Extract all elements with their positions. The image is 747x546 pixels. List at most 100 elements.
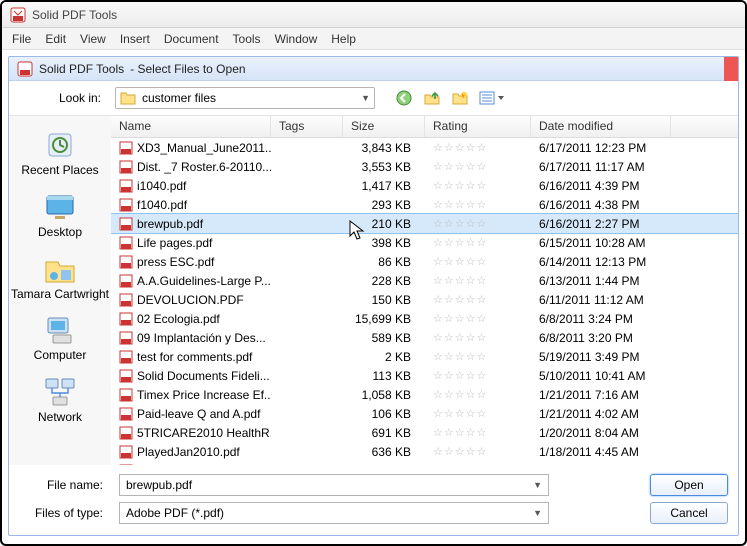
file-row[interactable]: A.A.Guidelines-Large P...228 KB☆☆☆☆☆6/13… — [111, 271, 738, 290]
file-row[interactable]: A........... 7.pdf1,024 KB☆☆☆☆☆1/15/2011… — [111, 461, 738, 465]
titlebar[interactable]: Solid PDF Tools — [2, 2, 745, 28]
col-header-rating[interactable]: Rating — [425, 116, 531, 137]
back-button[interactable] — [393, 87, 415, 109]
chevron-down-icon: ▼ — [533, 508, 542, 518]
recent-places-icon — [43, 128, 77, 162]
file-date-cell: 1/15/2011 2:27 PM — [531, 464, 681, 466]
file-row[interactable]: 02 Ecologia.pdf15,699 KB☆☆☆☆☆6/8/2011 3:… — [111, 309, 738, 328]
file-rating-cell: ☆☆☆☆☆ — [425, 236, 531, 249]
menu-file[interactable]: File — [12, 32, 31, 46]
desktop-icon — [43, 190, 77, 224]
close-icon[interactable] — [724, 57, 738, 81]
file-row[interactable]: test for comments.pdf2 KB☆☆☆☆☆5/19/2011 … — [111, 347, 738, 366]
dialog-titlebar[interactable]: Solid PDF Tools - Select Files to Open — [9, 57, 738, 81]
place-network[interactable]: Network — [9, 371, 111, 429]
file-name-cell: i1040.pdf — [111, 179, 271, 193]
file-date-cell: 6/16/2011 4:39 PM — [531, 179, 681, 193]
col-header-size[interactable]: Size — [343, 116, 425, 137]
file-name-cell: PlayedJan2010.pdf — [111, 445, 271, 459]
file-name-cell: 09 Implantación y Des... — [111, 331, 271, 345]
file-rating-cell: ☆☆☆☆☆ — [425, 369, 531, 382]
place-user[interactable]: Tamara Cartwright — [9, 248, 111, 306]
file-name-cell: A........... 7.pdf — [111, 464, 271, 466]
file-rating-cell: ☆☆☆☆☆ — [425, 350, 531, 363]
file-size-cell: 636 KB — [343, 445, 425, 459]
menu-window[interactable]: Window — [275, 32, 318, 46]
up-one-level-button[interactable] — [421, 87, 443, 109]
file-list[interactable]: Name Tags Size Rating Date modified XD3_… — [111, 116, 738, 465]
filetype-combo[interactable]: Adobe PDF (*.pdf) ▼ — [119, 502, 549, 524]
view-menu-button[interactable] — [477, 87, 507, 109]
file-size-cell: 228 KB — [343, 274, 425, 288]
menu-help[interactable]: Help — [331, 32, 356, 46]
file-row[interactable]: 5TRICARE2010 HealthR...691 KB☆☆☆☆☆1/20/2… — [111, 423, 738, 442]
file-row[interactable]: Paid-leave Q and A.pdf106 KB☆☆☆☆☆1/21/20… — [111, 404, 738, 423]
file-name-cell: f1040.pdf — [111, 198, 271, 212]
menu-edit[interactable]: Edit — [45, 32, 66, 46]
filename-combo[interactable]: brewpub.pdf ▼ — [119, 474, 549, 496]
file-size-cell: 210 KB — [343, 217, 425, 231]
file-row[interactable]: Solid Documents Fideli...113 KB☆☆☆☆☆5/10… — [111, 366, 738, 385]
file-name-cell: Dist. _7 Roster.6-20110... — [111, 160, 271, 174]
file-row[interactable]: f1040.pdf293 KB☆☆☆☆☆6/16/2011 4:38 PM — [111, 195, 738, 214]
file-date-cell: 1/18/2011 4:45 AM — [531, 445, 681, 459]
lookin-row: Look in: customer files ▼ — [9, 81, 738, 115]
menu-view[interactable]: View — [80, 32, 106, 46]
file-date-cell: 6/8/2011 3:20 PM — [531, 331, 681, 345]
file-date-cell: 6/14/2011 12:13 PM — [531, 255, 681, 269]
user-folder-icon — [43, 252, 77, 286]
file-rating-cell: ☆☆☆☆☆ — [425, 426, 531, 439]
file-date-cell: 6/17/2011 12:23 PM — [531, 141, 681, 155]
file-size-cell: 589 KB — [343, 331, 425, 345]
computer-icon — [43, 313, 77, 347]
file-size-cell: 2 KB — [343, 350, 425, 364]
file-row[interactable]: Life pages.pdf398 KB☆☆☆☆☆6/15/2011 10:28… — [111, 233, 738, 252]
file-row[interactable]: DEVOLUCION.PDF150 KB☆☆☆☆☆6/11/2011 11:12… — [111, 290, 738, 309]
file-name-cell: Life pages.pdf — [111, 236, 271, 250]
window-title: Solid PDF Tools — [32, 8, 117, 22]
file-name-cell: Solid Documents Fideli... — [111, 369, 271, 383]
file-name-cell: press ESC.pdf — [111, 255, 271, 269]
open-button[interactable]: Open — [650, 474, 728, 496]
menu-insert[interactable]: Insert — [120, 32, 150, 46]
places-sidebar: Recent Places Desktop Tamara Cartwright — [9, 116, 111, 465]
place-label: Desktop — [38, 226, 82, 240]
lookin-value: customer files — [142, 91, 216, 105]
lookin-toolbar — [393, 87, 507, 109]
file-rating-cell: ☆☆☆☆☆ — [425, 464, 531, 465]
menubar: File Edit View Insert Document Tools Win… — [2, 28, 745, 50]
place-computer[interactable]: Computer — [9, 309, 111, 367]
file-row[interactable]: press ESC.pdf86 KB☆☆☆☆☆6/14/2011 12:13 P… — [111, 252, 738, 271]
col-header-tags[interactable]: Tags — [271, 116, 343, 137]
dialog-bottom: File name: brewpub.pdf ▼ Open Files of t… — [9, 471, 738, 527]
file-size-cell: 1,417 KB — [343, 179, 425, 193]
menu-tools[interactable]: Tools — [233, 32, 261, 46]
file-rating-cell: ☆☆☆☆☆ — [425, 274, 531, 287]
cancel-button[interactable]: Cancel — [650, 502, 728, 524]
file-row[interactable]: XD3_Manual_June2011...3,843 KB☆☆☆☆☆6/17/… — [111, 138, 738, 157]
file-rating-cell: ☆☆☆☆☆ — [425, 141, 531, 154]
col-header-name[interactable]: Name — [111, 116, 271, 137]
column-headers: Name Tags Size Rating Date modified — [111, 116, 738, 138]
lookin-combo[interactable]: customer files ▼ — [115, 87, 375, 109]
place-recent[interactable]: Recent Places — [9, 124, 111, 182]
file-name-cell: Paid-leave Q and A.pdf — [111, 407, 271, 421]
file-row[interactable]: PlayedJan2010.pdf636 KB☆☆☆☆☆1/18/2011 4:… — [111, 442, 738, 461]
place-desktop[interactable]: Desktop — [9, 186, 111, 244]
new-folder-button[interactable] — [449, 87, 471, 109]
menu-document[interactable]: Document — [164, 32, 219, 46]
file-date-cell: 6/15/2011 10:28 AM — [531, 236, 681, 250]
file-rating-cell: ☆☆☆☆☆ — [425, 293, 531, 306]
file-date-cell: 6/16/2011 2:27 PM — [531, 217, 681, 231]
file-row[interactable]: Timex Price Increase Ef...1,058 KB☆☆☆☆☆1… — [111, 385, 738, 404]
file-row[interactable]: i1040.pdf 1,417 KB☆☆☆☆☆6/16/2011 4:39 PM — [111, 176, 738, 195]
place-label: Tamara Cartwright — [11, 288, 109, 302]
file-row[interactable]: Dist. _7 Roster.6-20110...3,553 KB☆☆☆☆☆6… — [111, 157, 738, 176]
file-row[interactable]: brewpub.pdf210 KB☆☆☆☆☆6/16/2011 2:27 PM — [111, 214, 738, 233]
file-date-cell: 6/17/2011 11:17 AM — [531, 160, 681, 174]
file-rating-cell: ☆☆☆☆☆ — [425, 179, 531, 192]
file-rating-cell: ☆☆☆☆☆ — [425, 331, 531, 344]
file-rating-cell: ☆☆☆☆☆ — [425, 255, 531, 268]
col-header-date[interactable]: Date modified — [531, 116, 671, 137]
file-row[interactable]: 09 Implantación y Des... 589 KB☆☆☆☆☆6/8/2… — [111, 328, 738, 347]
